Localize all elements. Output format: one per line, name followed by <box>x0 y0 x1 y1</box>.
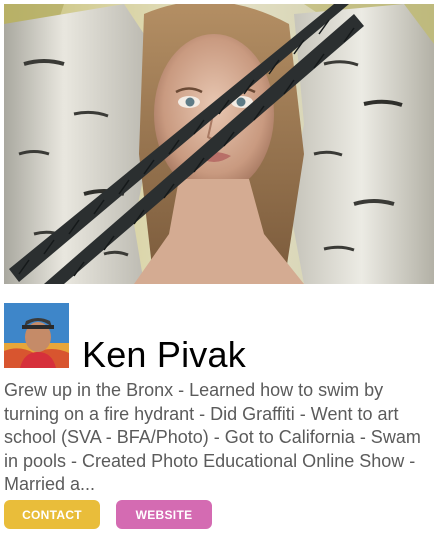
cover-photo <box>4 4 434 284</box>
contact-button[interactable]: CONTACT <box>4 500 100 529</box>
profile-bio: Grew up in the Bronx - Learned how to sw… <box>4 380 421 494</box>
profile-name: Ken Pivak <box>82 334 246 375</box>
profile-avatar[interactable] <box>4 303 69 368</box>
profile-card: Ken Pivak Grew up in the Bronx - Learned… <box>0 0 438 535</box>
website-button[interactable]: WEBSITE <box>116 500 212 529</box>
